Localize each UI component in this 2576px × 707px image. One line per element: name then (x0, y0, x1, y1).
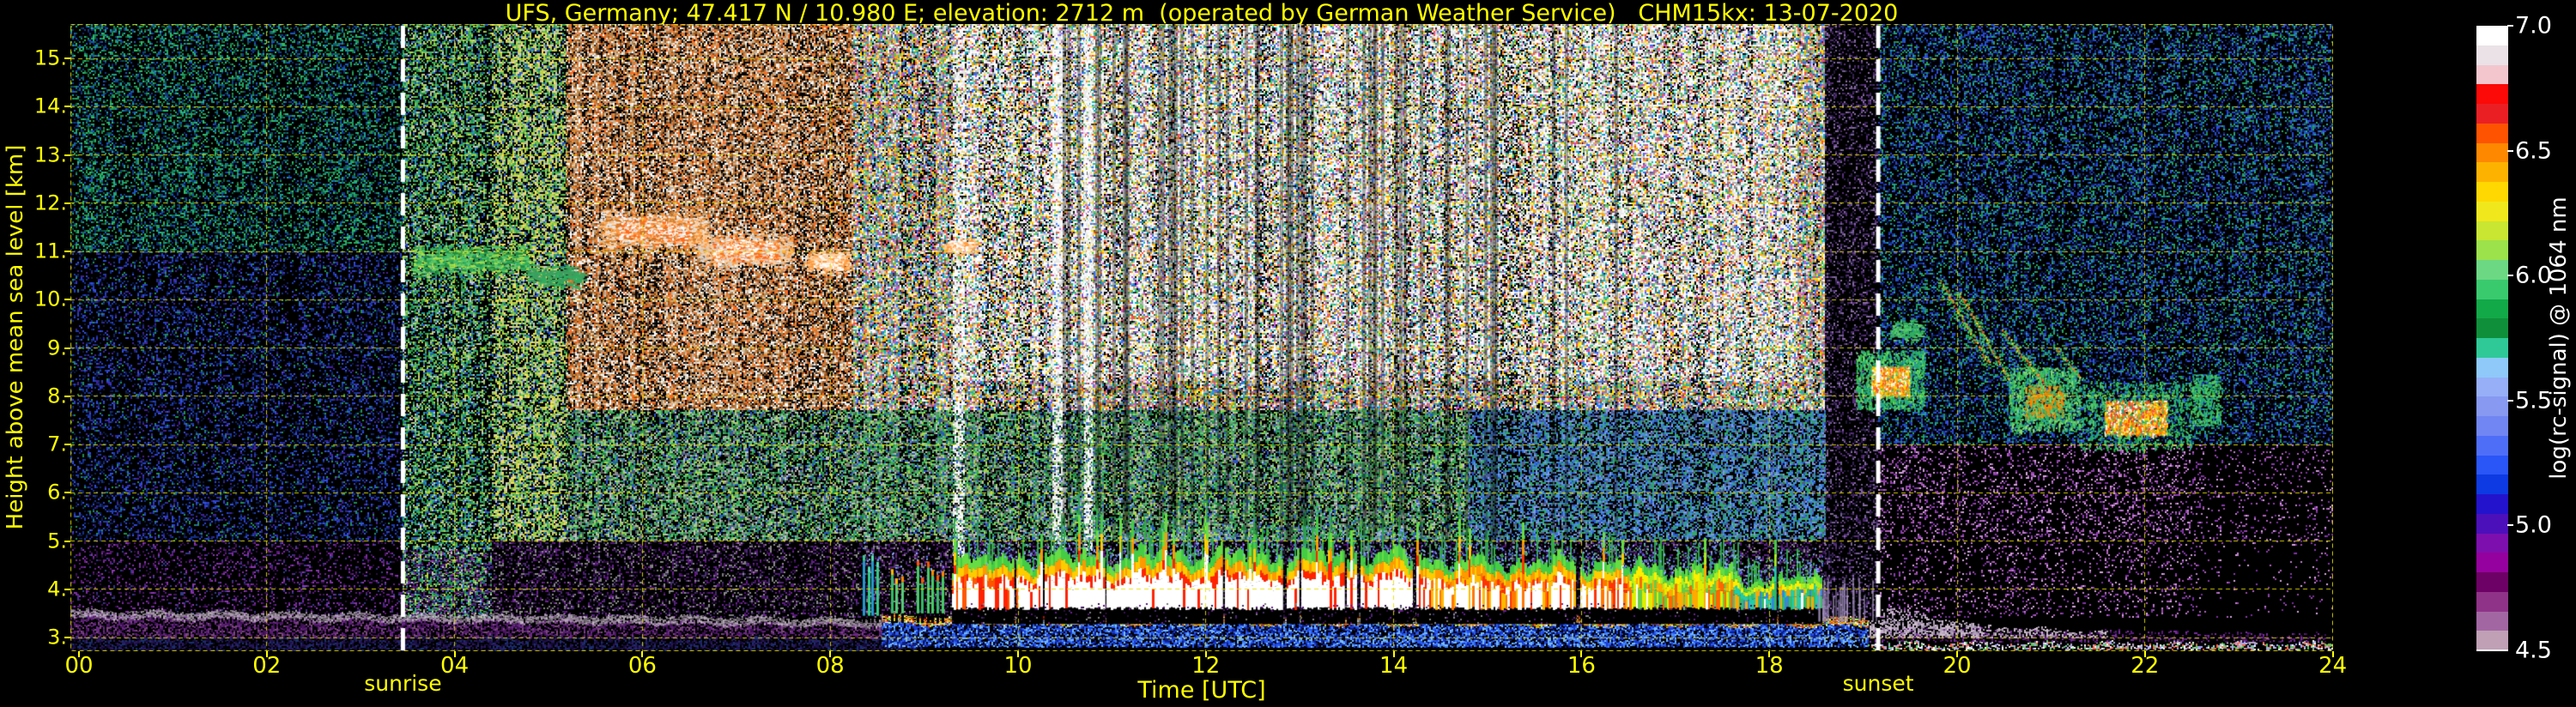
colorbar-color-step (2476, 357, 2508, 378)
colorbar-tick-mark (2507, 25, 2513, 27)
colorbar-color-step (2476, 162, 2508, 182)
colorbar-color-step (2476, 611, 2508, 631)
x-tick-mark (1956, 651, 1958, 657)
colorbar-color-step (2476, 64, 2508, 85)
y-tick-mark (64, 347, 70, 349)
colorbar-color-step (2476, 279, 2508, 299)
colorbar-color-step (2476, 26, 2508, 45)
y-tick-label: 6. (47, 480, 67, 505)
x-tick-mark (1017, 651, 1019, 657)
y-tick-mark (64, 106, 70, 108)
colorbar-color-step (2476, 221, 2508, 241)
y-tick-label: 14. (33, 94, 67, 118)
x-tick-mark (1580, 651, 1583, 657)
y-tick-mark (64, 444, 70, 445)
colorbar-color-step (2476, 142, 2508, 163)
y-tick-mark (64, 154, 70, 156)
y-tick-mark (64, 588, 70, 590)
y-tick-mark (64, 299, 70, 301)
colorbar-tick-mark (2507, 399, 2513, 402)
colorbar-color-step (2476, 377, 2508, 397)
x-tick-mark (2143, 651, 2146, 657)
x-tick-mark (1204, 651, 1207, 657)
y-tick-label: 4. (47, 577, 67, 601)
colorbar-color-step (2476, 123, 2508, 143)
x-axis-title: Time [UTC] (1137, 677, 1266, 704)
colorbar-tick-mark (2507, 524, 2513, 527)
colorbar-color-step (2476, 182, 2508, 202)
colorbar-color-step (2476, 416, 2508, 436)
x-tick-mark (2331, 651, 2334, 657)
y-tick-label: 12. (33, 190, 67, 215)
x-tick-mark (829, 651, 832, 657)
colorbar-color-step (2476, 553, 2508, 572)
x-tick-mark (453, 651, 456, 657)
x-tick-mark (641, 651, 644, 657)
colorbar-color-step (2476, 299, 2508, 319)
colorbar-color-step (2476, 318, 2508, 338)
colorbar-color-step (2476, 45, 2508, 65)
ceilometer-quicklook-screenshot: { "header": { "title": "UFS, Germany; 47… (0, 0, 2576, 707)
colorbar-color-step (2476, 533, 2508, 553)
y-tick-label: 15. (33, 45, 67, 70)
sunset-label: sunset (1842, 671, 1914, 696)
y-tick-mark (64, 202, 70, 204)
y-tick-mark (64, 395, 70, 397)
y-tick-label: 3. (47, 625, 67, 650)
colorbar-color-step (2476, 338, 2508, 358)
y-tick-label: 13. (33, 142, 67, 166)
colorbar-tick-mark (2476, 650, 2508, 651)
y-tick-label: 5. (47, 528, 67, 553)
colorbar-color-step (2476, 260, 2508, 280)
y-tick-label: 9. (47, 335, 67, 360)
colorbar-tick-label: 4.5 (2515, 637, 2552, 664)
y-tick-mark (64, 492, 70, 494)
colorbar-tick-mark (2507, 275, 2513, 277)
colorbar-color-step (2476, 474, 2508, 494)
colorbar-color-step (2476, 455, 2508, 475)
colorbar-tick-label: 6.5 (2515, 137, 2552, 165)
plot-title: UFS, Germany; 47.417 N / 10.980 E; eleva… (505, 0, 1899, 27)
y-tick-mark (64, 57, 70, 59)
sunrise-label: sunrise (364, 671, 442, 696)
colorbar (2476, 26, 2508, 650)
y-tick-label: 7. (47, 432, 67, 456)
x-tick-mark (1768, 651, 1771, 657)
colorbar-color-step (2476, 396, 2508, 416)
y-tick-label: 10. (33, 287, 67, 311)
colorbar-color-step (2476, 572, 2508, 592)
colorbar-color-step (2476, 591, 2508, 612)
y-tick-mark (64, 637, 70, 638)
colorbar-color-step (2476, 513, 2508, 534)
colorbar-color-step (2476, 201, 2508, 221)
x-tick-mark (1392, 651, 1395, 657)
colorbar-tick-label: 7.0 (2515, 12, 2552, 39)
colorbar-color-step (2476, 104, 2508, 124)
x-tick-mark (265, 651, 268, 657)
y-tick-label: 8. (47, 384, 67, 408)
colorbar-color-step (2476, 84, 2508, 104)
backscatter-heatmap-canvas (70, 24, 2333, 651)
x-tick-mark (78, 651, 80, 657)
y-tick-label: 11. (33, 239, 67, 263)
colorbar-tick-label: 5.0 (2515, 511, 2552, 539)
y-tick-mark (64, 251, 70, 252)
colorbar-tick-mark (2507, 149, 2513, 152)
y-tick-mark (64, 540, 70, 542)
colorbar-title: log(rc-signal) @ 1064 nm (2546, 196, 2572, 480)
colorbar-color-step (2476, 240, 2508, 260)
colorbar-color-step (2476, 631, 2508, 650)
colorbar-color-step (2476, 435, 2508, 456)
colorbar-color-step (2476, 494, 2508, 514)
